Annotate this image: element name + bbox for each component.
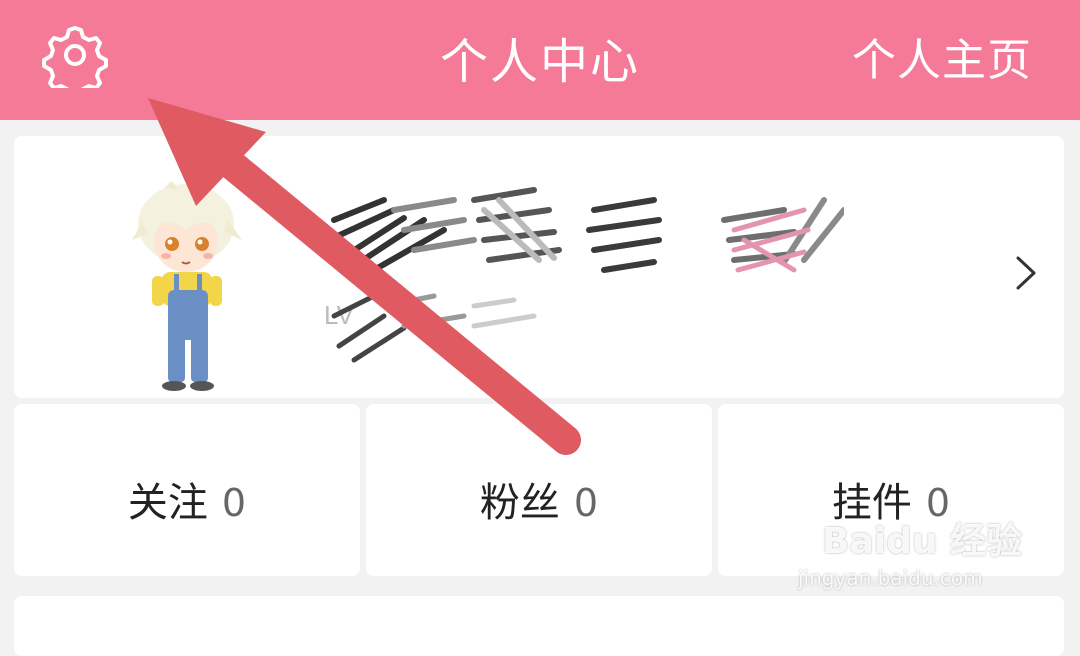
watermark-logo: Baidu 经验 xyxy=(822,521,1023,562)
stat-label: 粉丝 xyxy=(479,480,560,526)
watermark: Baidu 经验 jingyan.baidu.com xyxy=(798,512,1023,604)
personal-homepage-link[interactable]: 个人主页 xyxy=(852,24,1032,88)
username-redacted xyxy=(326,187,844,273)
stat-value: 0 xyxy=(221,481,247,525)
stat-fans[interactable]: 粉丝 0 xyxy=(366,404,712,576)
stat-following[interactable]: 关注 0 xyxy=(14,404,360,576)
stat-value: 0 xyxy=(573,481,599,525)
avatar[interactable] xyxy=(124,182,254,402)
watermark-url: jingyan.baidu.com xyxy=(798,566,983,590)
top-bar: 个人中心 个人主页 xyxy=(0,0,1080,120)
chevron-right-icon[interactable] xyxy=(1014,254,1038,292)
bottom-card xyxy=(14,596,1064,656)
level-badge-redacted: LV xyxy=(324,293,537,363)
stat-label: 关注 xyxy=(127,480,208,526)
profile-card[interactable]: LV xyxy=(14,136,1064,398)
